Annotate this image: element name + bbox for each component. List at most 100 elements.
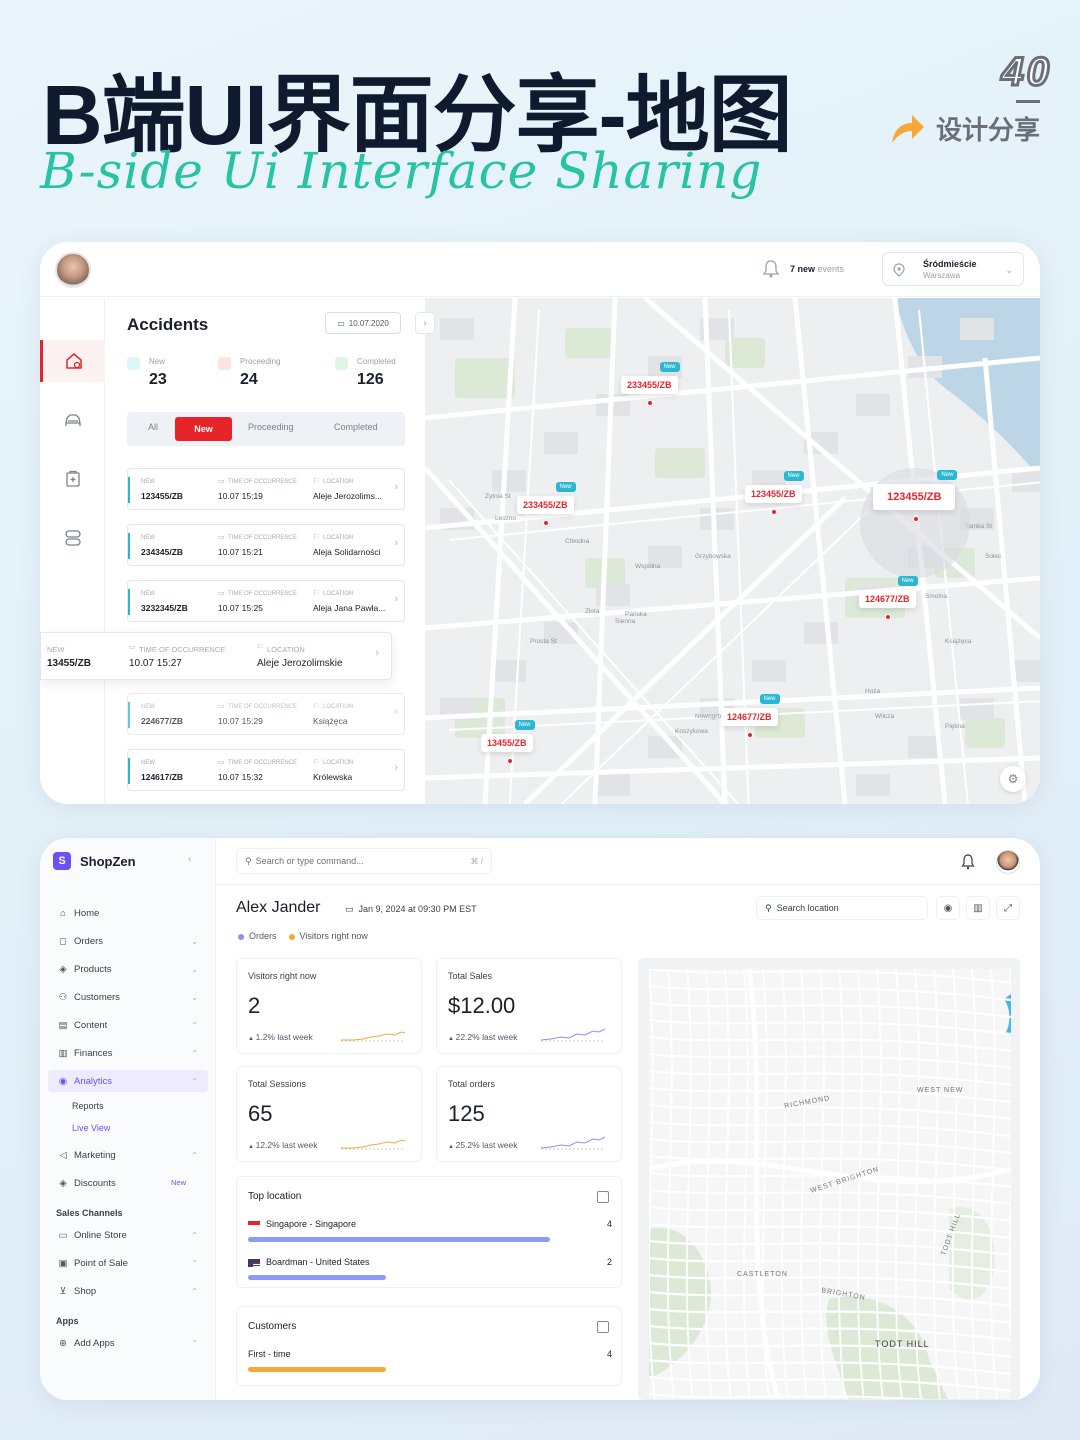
chevron-icon: ⌃ [191,1076,198,1086]
visitor-map[interactable]: WEST NEW RICHMOND WEST BRIGHTON CASTLETON BR… [638,958,1020,1400]
location-select[interactable]: Śródmieście Warszawa ⌄ [882,252,1024,286]
sidebar-item-label: Add Apps [74,1337,115,1349]
building-block [752,660,786,682]
avatar[interactable] [55,252,91,288]
sidebar-item-home[interactable]: ⌂ Home [56,902,208,924]
chevron-icon: ⌃ [191,1230,198,1240]
sidebar-item-add-apps[interactable]: ⊕ Add Apps ⌃ [56,1332,208,1354]
sidebar-item-orders[interactable]: ◻ Orders ⌄ [56,930,208,952]
chevron-right-icon: › [375,647,379,659]
accident-marker[interactable]: New 123455/ZB [745,471,804,515]
street-line [705,968,713,1399]
sidebar-item-marketing[interactable]: ◁ Marketing ⌃ [56,1144,208,1166]
sidebar-collapse-button[interactable]: ‹ [188,854,191,865]
accidents-app-card: 7 new events Śródmieście Warszawa ⌄ Acci… [40,242,1040,804]
date-picker-button[interactable]: ▭ 10.07.2020 [325,312,401,334]
street-line [648,1001,1012,1019]
avatar[interactable] [996,850,1020,874]
location-name: Śródmieście [923,259,977,269]
sidebar-item-analytics[interactable]: ◉ Analytics ⌃ [48,1070,208,1092]
building-block [960,698,994,720]
command-search[interactable]: ⚲ Search or type command... ⌘ / [236,848,492,874]
sidebar-item-online-store[interactable]: ▭ Online Store ⌃ [56,1224,208,1246]
customer-count: 4 [606,1349,612,1359]
sidebar-item-finances[interactable]: ▥ Finances ⌃ [56,1042,208,1064]
accident-id: 3232345/ZB [141,603,188,613]
tab-proceeding[interactable]: Proceeding [248,422,294,432]
accident-location: Aleja Jana Pawła... [313,603,386,613]
kpi-value: $12.00 [448,993,516,1018]
accident-list-item[interactable]: NEW 234345/ZB TIME OF OCCURRENCE ▭ 10.07 15:… [127,524,405,566]
street-line [648,1392,928,1399]
accidents-map[interactable]: Zytnia St Chłodna Grzybowska Prosta St Złota… [425,298,1040,804]
panel-title: Top location [248,1191,302,1202]
map-settings-button[interactable]: ⚙ [1000,766,1026,792]
chart-toggle-icon[interactable] [597,1321,609,1333]
tab-completed[interactable]: Completed [334,422,378,432]
accident-marker[interactable]: New 13455/ZB [481,720,535,764]
accident-list-item[interactable]: NEW 13455/ZB TIME OF OCCURRENCE ▭ 10.07 15:2… [40,632,392,680]
sidebar-item-label: Online Store [74,1229,127,1241]
occurrence-time: 10.07 15:25 [218,603,263,613]
accident-location: Książęca [313,716,348,726]
accident-marker[interactable]: New 123455/ZB [873,470,958,522]
accident-marker[interactable]: New 124677/ZB [859,576,918,620]
sidebar-item-point-of-sale[interactable]: ▣ Point of Sale ⌃ [56,1252,208,1274]
kpi-delta: ▲ 22.2% last week [448,1032,518,1042]
eye-button[interactable]: ◉ [936,896,960,920]
accident-marker[interactable]: New 124677/ZB [721,694,780,738]
sidebar-item-customers[interactable]: ⚇ Customers ⌄ [56,986,208,1008]
bell-icon[interactable] [763,260,779,278]
collapse-panel-button[interactable]: › [415,312,435,334]
location-progress-bar [248,1275,387,1280]
rail-vehicle[interactable] [40,399,105,441]
park-area [649,1227,711,1379]
street-label: Książęca [945,638,972,645]
marker-dot [913,516,919,522]
street-label: Leszno [495,515,516,522]
chevron-icon: ⌃ [191,1286,198,1296]
marker-label: 13455/ZB [481,734,533,752]
accident-list-item[interactable]: NEW 224677/ZB TIME OF OCCURRENCE ▭ 10.07 15:… [127,693,405,735]
sidebar-subitem-live-view[interactable]: Live View [72,1123,110,1133]
building-block [960,318,994,340]
kpi-delta: ▲ 12.2% last week [248,1140,318,1150]
sidebar-subitem-reports[interactable]: Reports [72,1101,104,1111]
accident-marker[interactable]: New 233455/ZB [621,362,680,406]
tab-all[interactable]: All [148,422,158,432]
accident-id: 234345/ZB [141,547,184,557]
rail-home[interactable] [40,340,105,382]
tab-new[interactable]: New [175,417,232,441]
chevron-icon: ⌃ [191,1258,198,1268]
rail-settings[interactable] [40,517,105,559]
building-block [492,470,526,492]
accident-marker[interactable]: New 233455/ZB [517,482,576,526]
search-location-input[interactable]: ⚲ Search location [756,896,928,920]
chart-icon: ◉ [58,1075,68,1087]
accident-list-item[interactable]: NEW 3232345/ZB TIME OF OCCURRENCE ▭ 10.07 15… [127,580,405,622]
map-view-button[interactable]: ▥ [966,896,990,920]
rail-reports[interactable] [40,458,105,500]
sidebar-item-products[interactable]: ◈ Products ⌄ [56,958,208,980]
bag-icon: ◻ [59,935,67,947]
fullscreen-button[interactable]: ⤢ [996,896,1020,920]
location-row: Singapore - Singapore 4 [248,1219,612,1229]
bell-icon[interactable] [960,854,976,870]
clipboard-icon [65,470,80,487]
map-canvas[interactable]: WEST NEW RICHMOND WEST BRIGHTON CASTLETON BR… [648,967,1017,1399]
legend-label: Visitors right now [299,931,368,941]
calendar-icon: ▭ [218,590,225,597]
sidebar-item-content[interactable]: ▤ Content ⌃ [56,1014,208,1036]
accident-list-item[interactable]: NEW 124617/ZB TIME OF OCCURRENCE ▭ 10.07 15:… [127,749,405,791]
events-indicator[interactable]: 7 new events [790,264,844,274]
building-block [544,432,578,454]
sidebar-item-shop[interactable]: ⊻ Shop ⌃ [56,1280,208,1302]
street-line [648,967,1012,985]
datetime-picker[interactable]: ▭ Jan 9, 2024 at 09:30 PM EST [345,900,477,918]
sidebar-item-discounts[interactable]: ◈ Discounts New [56,1172,208,1194]
accident-list-item[interactable]: NEW 123455/ZB TIME OF OCCURRENCE ▭ 10.07 15:… [127,468,405,510]
street-label: Sienna [615,618,636,625]
chevron-right-icon: › [394,593,398,605]
user-name: Alex Jander [236,899,321,916]
chart-toggle-icon[interactable] [597,1191,609,1203]
